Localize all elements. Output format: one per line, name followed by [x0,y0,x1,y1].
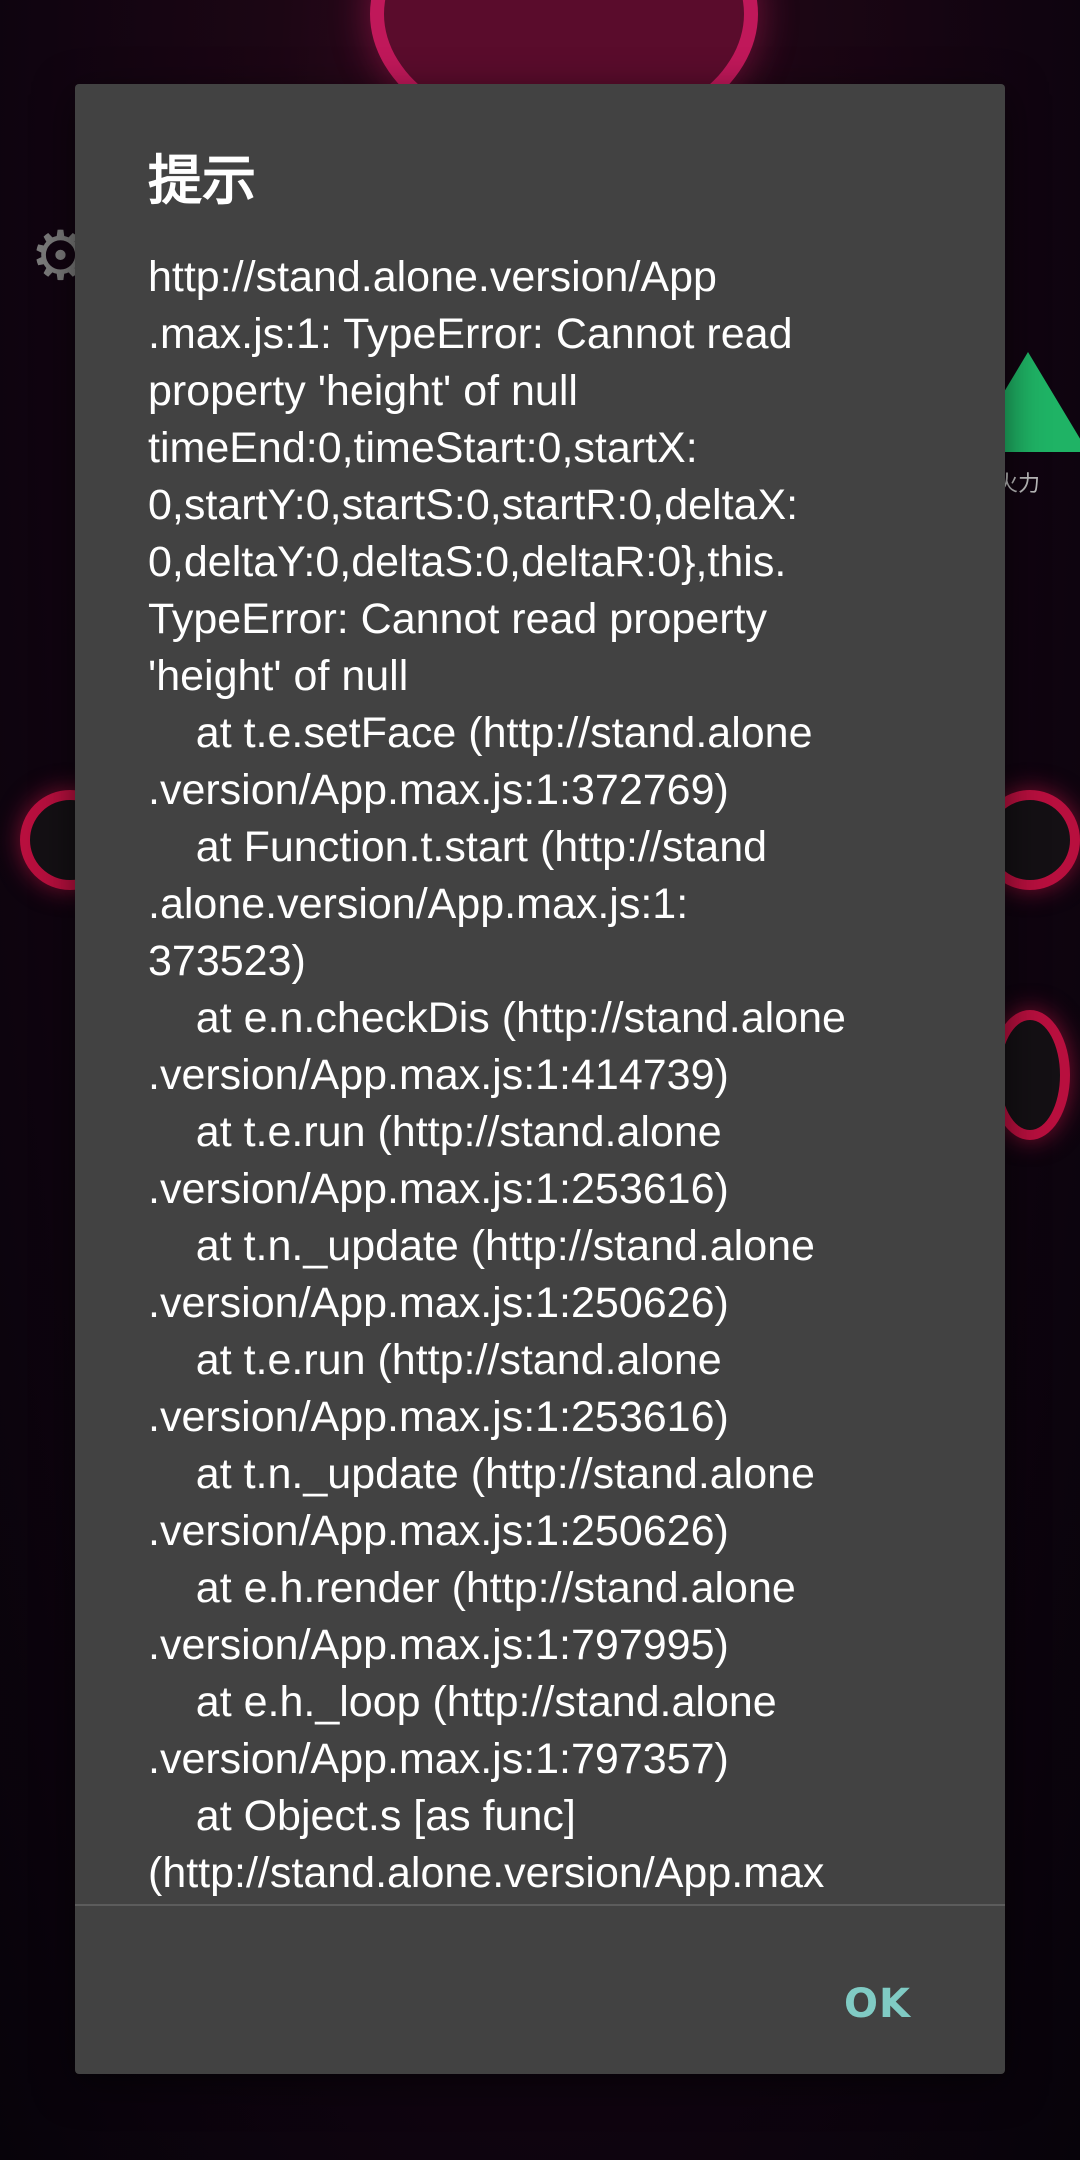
error-dialog: 提示 http://stand.alone.version/App .max.j… [75,84,1005,2074]
dialog-divider [75,1904,1005,1906]
dialog-title: 提示 [148,149,256,212]
ok-button[interactable]: OK [830,1969,925,2039]
dialog-message[interactable]: http://stand.alone.version/App .max.js:1… [148,249,1008,1984]
